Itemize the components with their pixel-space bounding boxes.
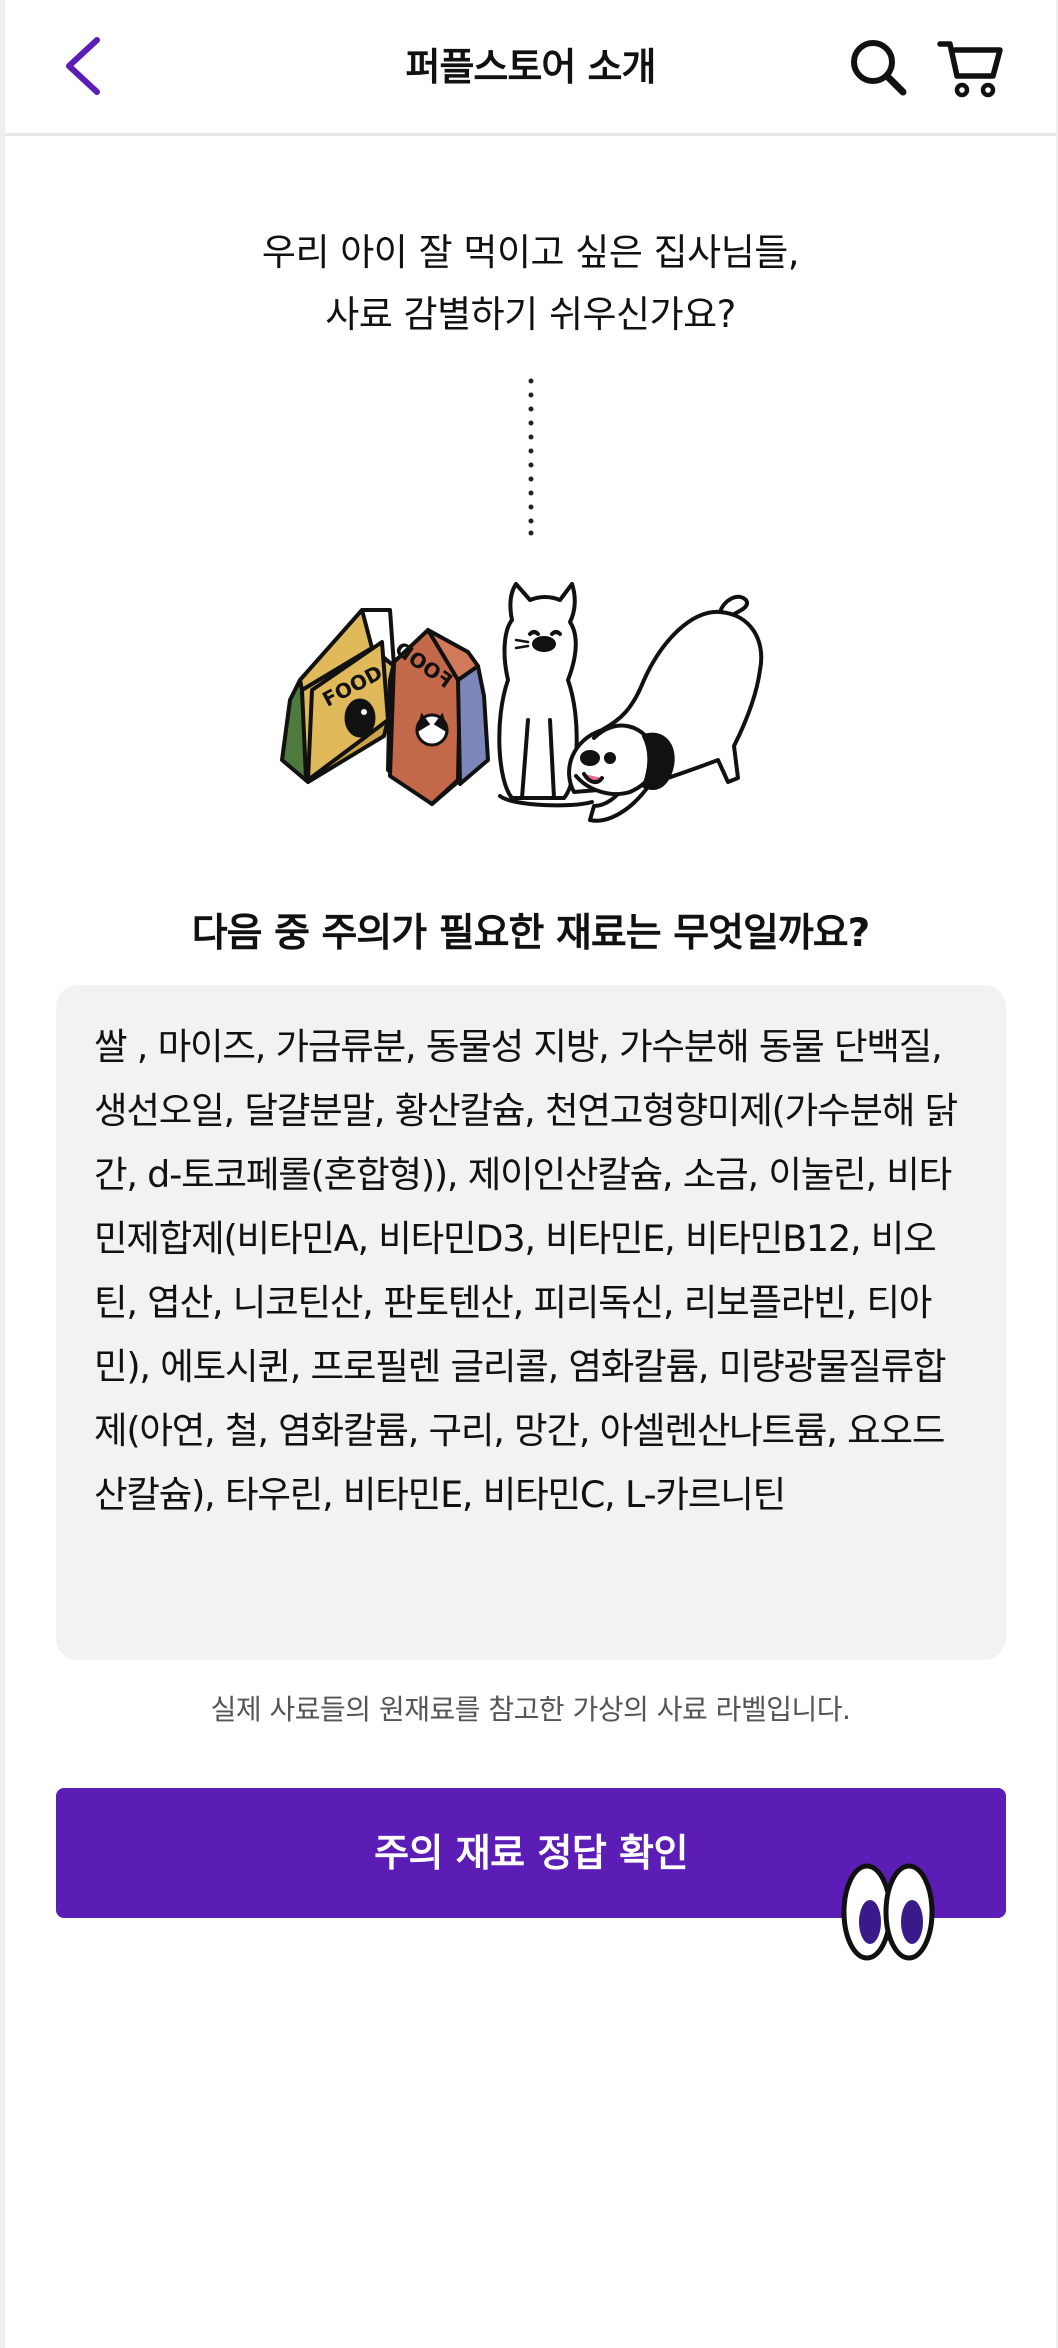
ingredients-text: 쌀 , 마이즈, 가금류분, 동물성 지방, 가수분해 동물 단백질, 생선오일… — [94, 1025, 958, 1516]
pets-food-illustration: FOOD FOOD — [280, 582, 764, 823]
intro-line-1: 우리 아이 잘 먹이고 싶은 집사님들, — [261, 231, 800, 274]
frame-left — [0, 0, 5, 2348]
cat-face-on-bag — [415, 712, 449, 747]
dog-face-on-bag — [344, 698, 376, 738]
eyes-icon — [841, 1863, 935, 1961]
ingredients-label-box: 쌀 , 마이즈, 가금류분, 동물성 지방, 가수분해 동물 단백질, 생선오일… — [56, 985, 1006, 1660]
cart-icon — [937, 41, 1003, 98]
quiz-question: 다음 중 주의가 필요한 재료는 무엇일까요? — [191, 911, 870, 956]
top-bar: 퍼플스토어 소개 — [5, 0, 1056, 136]
search-button[interactable] — [847, 36, 909, 98]
intro-line-2: 사료 감별하기 쉬우신가요? — [325, 293, 736, 336]
intro-text: 우리 아이 잘 먹이고 싶은 집사님들, 사료 감별하기 쉬우신가요? — [5, 222, 1056, 346]
search-icon — [851, 40, 907, 96]
disclaimer-note: 실제 사료들의 원재료를 참고한 가상의 사료 라벨입니다. — [210, 1693, 851, 1726]
cat-drawing — [497, 582, 579, 800]
dotted-divider — [528, 378, 534, 536]
cart-button[interactable] — [937, 36, 1005, 100]
dog-drawing — [567, 594, 764, 823]
